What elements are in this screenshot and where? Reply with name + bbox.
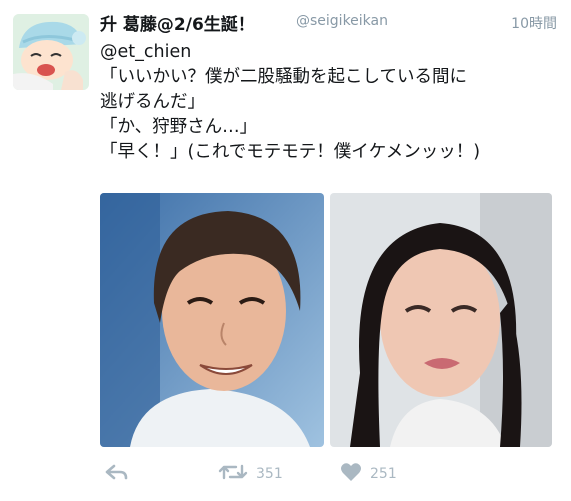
heart-icon: [340, 462, 362, 486]
retweet-icon: [218, 462, 248, 486]
avatar[interactable]: [13, 14, 89, 90]
media-grid: [100, 193, 552, 447]
retweet-count: 351: [256, 466, 283, 482]
reply-button[interactable]: [104, 462, 128, 486]
tweet-actions: 351 251: [100, 462, 560, 492]
like-button[interactable]: 251: [340, 462, 397, 486]
like-count: 251: [370, 466, 397, 482]
retweet-button[interactable]: 351: [218, 462, 283, 486]
tweet-header: 升 葛藤@2/6生誕！ @seigikeikan 10時間: [100, 10, 557, 38]
author-name[interactable]: 升 葛藤@2/6生誕！: [100, 10, 255, 35]
tweet-text: @et_chien 「いいかい？僕が二股騒動を起こしている間に 逃げるんだ」 「…: [100, 40, 560, 165]
author-handle[interactable]: @seigikeikan: [296, 13, 388, 29]
tweet-line: 「いいかい？僕が二股騒動を起こしている間に: [100, 67, 467, 87]
photo-right[interactable]: [330, 193, 552, 447]
mention-link[interactable]: @et_chien: [100, 40, 560, 65]
timestamp[interactable]: 10時間: [511, 13, 557, 33]
tweet-line: 「か、狩野さん…」: [100, 117, 258, 137]
tweet-line: 「早く！」(これでモテモテ！僕イケメンッッ！): [100, 142, 481, 162]
photo-left[interactable]: [100, 193, 324, 447]
tweet-line: 逃げるんだ」: [100, 92, 205, 112]
reply-icon: [104, 462, 128, 486]
